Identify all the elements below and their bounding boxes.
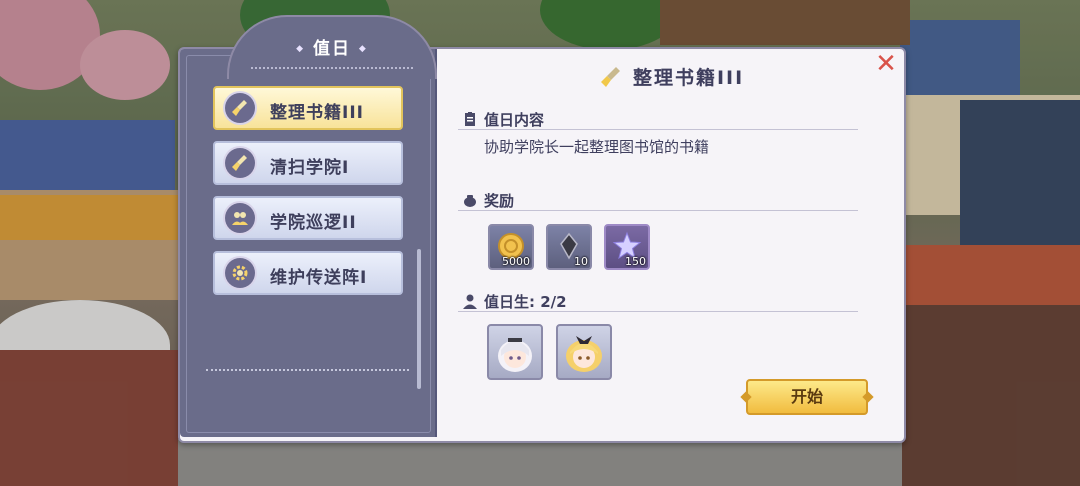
task-label: 学院巡逻II	[270, 213, 357, 233]
divider	[458, 311, 858, 312]
members-heading: 值日生: 2/2	[462, 291, 567, 312]
task-list-panel: 整理书籍III 清扫学院I 学院巡逻II 维护传送阵I	[180, 49, 437, 437]
task-item-clean-academy[interactable]: 清扫学院I	[213, 141, 403, 185]
content-title-row: 整理书籍III	[438, 63, 904, 90]
content-title: 整理书籍III	[632, 67, 745, 89]
gear-icon	[225, 258, 255, 288]
divider	[458, 210, 858, 211]
panel-title: 值日	[313, 39, 351, 59]
members-count: 2/2	[540, 293, 567, 311]
divider	[206, 369, 409, 371]
member-avatar-2[interactable]	[556, 324, 612, 380]
task-item-organize-books[interactable]: 整理书籍III	[213, 86, 403, 130]
broom-icon	[225, 93, 255, 123]
section-heading-text: 值日生:	[484, 293, 535, 311]
task-item-academy-patrol[interactable]: 学院巡逻II	[213, 196, 403, 240]
diamond-ornament-icon: ◆	[358, 44, 368, 54]
people-icon	[225, 203, 255, 233]
blonde-girl-avatar	[566, 336, 602, 372]
clipboard-icon	[465, 112, 475, 126]
diamond-ornament-icon: ◆	[296, 44, 306, 54]
duty-description: 协助学院长一起整理图书馆的书籍	[484, 138, 710, 156]
task-label: 清扫学院I	[270, 158, 350, 178]
reward-item-exp-star[interactable]: 150	[604, 224, 650, 270]
task-item-maintain-portal[interactable]: 维护传送阵I	[213, 251, 403, 295]
task-label: 维护传送阵I	[270, 268, 368, 288]
pouch-icon	[464, 195, 476, 207]
duty-dialog: 整理书籍III 清扫学院I 学院巡逻II 维护传送阵I 整理书籍III ✕ 值日…	[178, 47, 906, 443]
item-quantity: 5000	[502, 255, 530, 268]
reward-heading: 奖励	[462, 190, 514, 211]
divider	[251, 67, 413, 69]
broom-icon	[600, 66, 620, 87]
divider	[458, 129, 858, 130]
reward-item-gold-coin[interactable]: 5000	[488, 224, 534, 270]
start-button[interactable]: 开始	[746, 379, 868, 415]
reward-item-dark-crystal[interactable]: 10	[546, 224, 592, 270]
broom-icon	[225, 148, 255, 178]
person-icon	[463, 294, 477, 309]
item-quantity: 150	[625, 255, 646, 268]
task-list-scrollbar[interactable]	[417, 249, 421, 389]
duty-content-heading: 值日内容	[462, 109, 544, 130]
close-button[interactable]: ✕	[874, 51, 898, 77]
section-heading-text: 奖励	[484, 192, 515, 210]
task-label: 整理书籍III	[270, 103, 364, 123]
panel-tab-header: ◆ 值日 ◆	[227, 15, 437, 79]
white-haired-girl-avatar	[498, 338, 532, 372]
section-heading-text: 值日内容	[484, 111, 545, 129]
panel-title-row: ◆ 值日 ◆	[229, 34, 435, 59]
member-avatar-1[interactable]	[487, 324, 543, 380]
item-quantity: 10	[574, 255, 588, 268]
